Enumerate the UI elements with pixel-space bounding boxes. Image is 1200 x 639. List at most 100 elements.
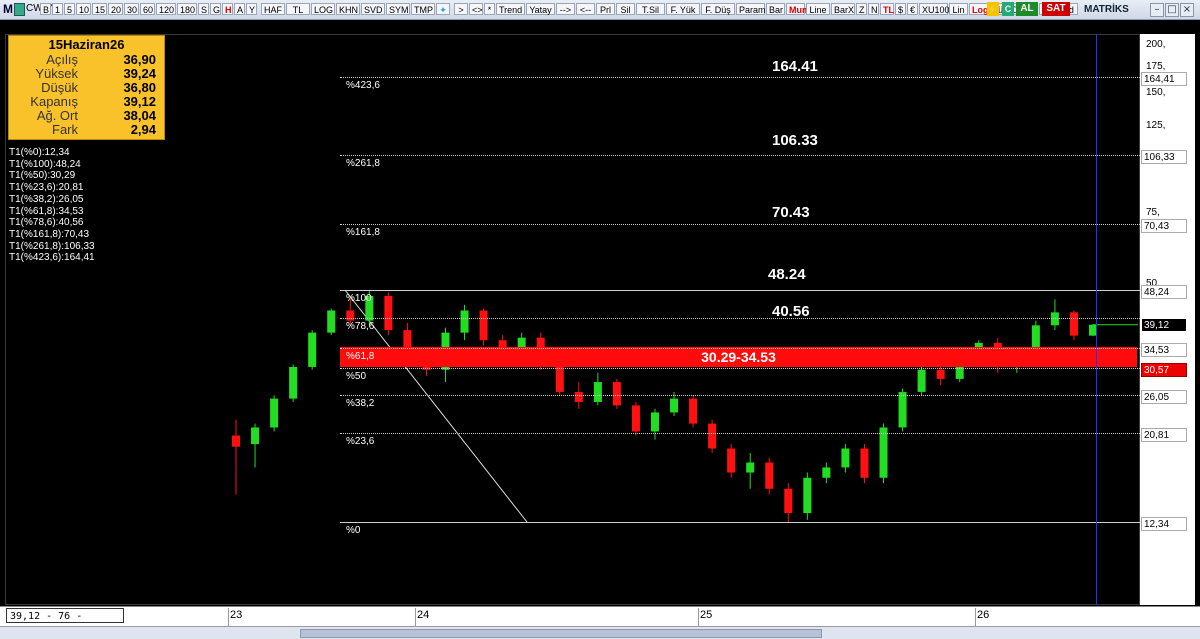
fib-list-item: T1(%50):30,29 (9, 170, 76, 182)
x-tick-label: 23 (230, 609, 243, 621)
info-value: 38,04 (123, 108, 156, 123)
x-tick-label: 24 (417, 609, 430, 621)
candle-body (879, 427, 888, 478)
y-level-box: 34,53 (1141, 343, 1187, 357)
info-row-al: Açılış 36,90 (9, 53, 164, 66)
y-level-box: 26,05 (1141, 390, 1187, 404)
fib-line (340, 224, 1140, 225)
fib-list-item: T1(%161,8):70,43 (9, 228, 90, 240)
candlestick-chart[interactable] (0, 0, 1140, 606)
fib-line (340, 318, 1140, 319)
fib-list-item: T1(%78,6):40,56 (9, 217, 84, 229)
info-value: 36,80 (123, 80, 156, 95)
info-row-fark: Fark 2,94 (9, 123, 164, 136)
fib-value-label: 48.24 (768, 266, 806, 283)
fib-list-item: T1(%423,6):164,41 (9, 252, 95, 264)
fib-pct-label: %38,2 (346, 398, 375, 409)
info-row-kapan: Kapanış 39,12 (9, 95, 164, 108)
candle-body (289, 366, 298, 399)
fib-zone-label: 30.29-34.53 (701, 349, 776, 365)
candle-body (270, 398, 279, 428)
candle-body (384, 295, 393, 331)
price-marker-box: 30,57 (1141, 363, 1187, 377)
info-value: 39,24 (123, 66, 156, 81)
candle-body (784, 488, 793, 514)
fib-pct-label: %0 (346, 525, 361, 536)
fib-list-item: T1(%23,6):20,81 (9, 182, 84, 194)
fib-pct-label: %261,8 (346, 158, 380, 169)
maximize-icon[interactable]: □ (1165, 3, 1179, 17)
horizontal-scrollbar[interactable] (0, 626, 1200, 639)
info-row-dk: Düşük 36,80 (9, 81, 164, 94)
candle-body (727, 448, 736, 473)
fib-value-label: 164.41 (772, 58, 818, 75)
candle-body (803, 477, 812, 514)
y-level-box: 20,81 (1141, 428, 1187, 442)
fib-value-list: T1(%0):12,34 T1(%100):48,24 T1(%50):30,29 T… (9, 147, 95, 264)
candle-body (917, 369, 926, 392)
y-level-box: 106,33 (1141, 150, 1187, 164)
candle-body (765, 462, 774, 489)
candle-body (574, 391, 583, 402)
info-value: 39,12 (123, 94, 156, 109)
fib-list-item: T1(%61,8):34,53 (9, 205, 84, 217)
x-grid-tick (415, 608, 416, 626)
candle-body (841, 448, 850, 468)
y-level-box: 164,41 (1141, 72, 1187, 86)
candle-body (631, 405, 640, 432)
y-tick-label: 200, (1146, 39, 1166, 50)
candle-body (650, 412, 659, 432)
x-grid-tick (228, 608, 229, 626)
candle-body (460, 310, 469, 333)
candle-body (251, 427, 260, 445)
fib-line (340, 77, 1140, 78)
x-tick-label: 26 (977, 609, 990, 621)
fib-value-label: 40.56 (772, 303, 810, 320)
candle-body (327, 310, 336, 333)
y-level-box: 48,24 (1141, 285, 1187, 299)
info-label: Ağ. Ort (36, 108, 78, 123)
candle-body (822, 467, 831, 478)
fib-list-item: T1(%100):48,24 (9, 158, 81, 170)
info-value: 2,94 (130, 122, 156, 137)
candle-body (308, 332, 317, 367)
fib-line (340, 155, 1140, 156)
info-label: Açılış (46, 52, 78, 67)
candle-body (670, 398, 679, 413)
fib-line (340, 290, 1140, 291)
fib-value-label: 106.33 (772, 132, 818, 149)
fib-pct-label: %423,6 (346, 80, 380, 91)
candle-body (346, 310, 355, 321)
minimize-icon[interactable]: – (1150, 3, 1164, 17)
info-value: 36,90 (123, 52, 156, 67)
fib-pct-label: %161,8 (346, 227, 380, 238)
info-label: Düşük (41, 80, 78, 95)
last-price-box: 39,12 (1141, 318, 1187, 332)
fib-pct-label: %78,6 (346, 321, 375, 332)
candle-body (936, 369, 945, 379)
info-date: 15Haziran26 (48, 37, 125, 52)
candle-body (1069, 312, 1078, 336)
info-label: Kapanış (30, 94, 78, 109)
fib-pct-label: %50 (346, 371, 367, 382)
y-level-box: 12,34 (1141, 517, 1187, 531)
fib-line (340, 395, 1140, 396)
info-row-yksek: Yüksek 39,24 (9, 67, 164, 80)
y-tick-label: 175, (1146, 61, 1166, 72)
candle-body (232, 435, 240, 447)
y-level-box: 70,43 (1141, 219, 1187, 233)
info-label: Fark (52, 122, 78, 137)
fib-list-item: T1(%38,2):26,05 (9, 193, 84, 205)
y-tick-label: 150, (1146, 87, 1166, 98)
candle-body (708, 423, 717, 449)
fib-pct-label: %61,8 (346, 351, 375, 362)
time-axis[interactable] (0, 606, 1200, 627)
x-grid-tick (975, 608, 976, 626)
fib-zone-band: 30.29-34.53 (340, 347, 1137, 367)
close-icon[interactable]: × (1180, 3, 1194, 17)
fib-list-item: T1(%261,8):106,33 (9, 240, 95, 252)
info-row-aort: Ağ. Ort 38,04 (9, 109, 164, 122)
candle-body (689, 398, 698, 424)
scrollbar-thumb[interactable] (300, 629, 822, 638)
candle-body (479, 310, 488, 341)
